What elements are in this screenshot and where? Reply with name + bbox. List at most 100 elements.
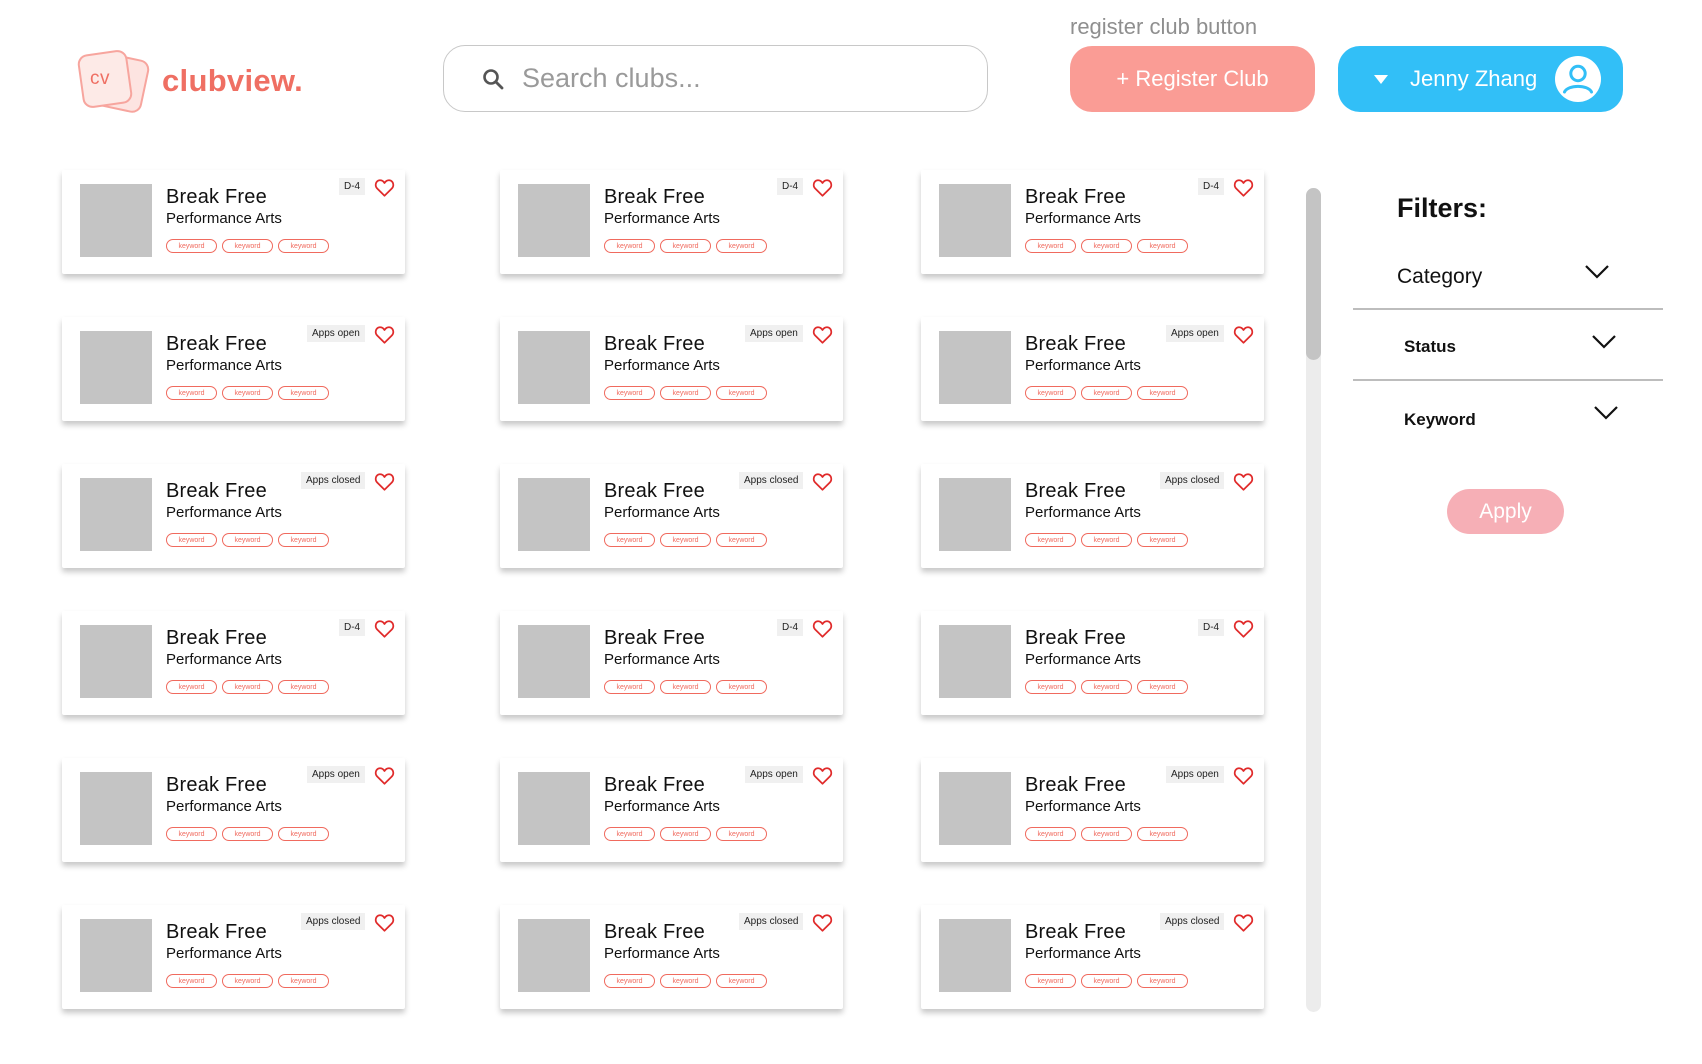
keyword-tag[interactable]: keyword	[222, 827, 273, 841]
club-card[interactable]: Break Free Performance Arts D-4 keyword k…	[62, 170, 405, 274]
keyword-tag[interactable]: keyword	[1137, 533, 1188, 547]
chevron-down-icon[interactable]	[1585, 265, 1609, 279]
keyword-tag[interactable]: keyword	[716, 680, 767, 694]
keyword-tag[interactable]: keyword	[166, 680, 217, 694]
keyword-tag[interactable]: keyword	[716, 827, 767, 841]
keyword-tag[interactable]: keyword	[222, 533, 273, 547]
keyword-tag[interactable]: keyword	[660, 239, 711, 253]
keyword-tag[interactable]: keyword	[166, 974, 217, 988]
heart-icon[interactable]	[1233, 325, 1254, 344]
register-club-button[interactable]: + Register Club	[1070, 46, 1315, 112]
heart-icon[interactable]	[812, 472, 833, 491]
keyword-tag[interactable]: keyword	[278, 680, 329, 694]
keyword-tag[interactable]: keyword	[1137, 680, 1188, 694]
keyword-tag[interactable]: keyword	[1137, 239, 1188, 253]
logo[interactable]: cv clubview.	[76, 48, 303, 115]
club-card[interactable]: Break Free Performance Arts D-4 keyword k…	[921, 170, 1264, 274]
keyword-tag[interactable]: keyword	[1137, 386, 1188, 400]
keyword-tag[interactable]: keyword	[1081, 827, 1132, 841]
keyword-tag[interactable]: keyword	[1025, 974, 1076, 988]
heart-icon[interactable]	[374, 766, 395, 785]
keyword-tag[interactable]: keyword	[1025, 386, 1076, 400]
club-card[interactable]: Break Free Performance Arts D-4 keyword k…	[500, 611, 843, 715]
heart-icon[interactable]	[812, 178, 833, 197]
keyword-tag[interactable]: keyword	[604, 239, 655, 253]
keyword-tag[interactable]: keyword	[716, 533, 767, 547]
club-card[interactable]: Break Free Performance Arts Apps closed …	[921, 905, 1264, 1009]
keyword-tag[interactable]: keyword	[222, 974, 273, 988]
search-bar[interactable]	[443, 45, 988, 112]
keyword-tag[interactable]: keyword	[278, 386, 329, 400]
keyword-tag[interactable]: keyword	[1081, 680, 1132, 694]
keyword-tag[interactable]: keyword	[660, 533, 711, 547]
chevron-down-icon[interactable]	[1594, 406, 1618, 420]
chevron-down-icon[interactable]	[1592, 335, 1616, 349]
keyword-tag[interactable]: keyword	[1137, 827, 1188, 841]
heart-icon[interactable]	[374, 913, 395, 932]
keyword-tag[interactable]: keyword	[222, 239, 273, 253]
keyword-tag[interactable]: keyword	[716, 386, 767, 400]
club-card[interactable]: Break Free Performance Arts D-4 keyword k…	[921, 611, 1264, 715]
keyword-tag[interactable]: keyword	[604, 386, 655, 400]
keyword-tag[interactable]: keyword	[604, 680, 655, 694]
heart-icon[interactable]	[374, 325, 395, 344]
heart-icon[interactable]	[812, 766, 833, 785]
keyword-tag[interactable]: keyword	[166, 533, 217, 547]
scrollbar-track[interactable]	[1306, 188, 1321, 1012]
keyword-tag[interactable]: keyword	[660, 974, 711, 988]
heart-icon[interactable]	[374, 178, 395, 197]
keyword-tag[interactable]: keyword	[278, 239, 329, 253]
club-card[interactable]: Break Free Performance Arts D-4 keyword k…	[500, 170, 843, 274]
search-input[interactable]	[522, 63, 942, 94]
heart-icon[interactable]	[374, 619, 395, 638]
club-card[interactable]: Break Free Performance Arts Apps open ke…	[62, 758, 405, 862]
user-menu-button[interactable]: Jenny Zhang	[1338, 46, 1623, 112]
keyword-tag[interactable]: keyword	[716, 974, 767, 988]
club-card[interactable]: Break Free Performance Arts Apps closed …	[62, 905, 405, 1009]
heart-icon[interactable]	[1233, 178, 1254, 197]
keyword-tag[interactable]: keyword	[166, 827, 217, 841]
keyword-tag[interactable]: keyword	[1025, 827, 1076, 841]
club-card[interactable]: Break Free Performance Arts Apps closed …	[921, 464, 1264, 568]
keyword-tag[interactable]: keyword	[1081, 974, 1132, 988]
keyword-tag[interactable]: keyword	[1025, 680, 1076, 694]
apply-button[interactable]: Apply	[1447, 489, 1564, 534]
keyword-tag[interactable]: keyword	[1081, 533, 1132, 547]
club-card[interactable]: Break Free Performance Arts Apps open ke…	[921, 758, 1264, 862]
keyword-tag[interactable]: keyword	[1081, 239, 1132, 253]
keyword-tag[interactable]: keyword	[166, 239, 217, 253]
scrollbar-thumb[interactable]	[1306, 188, 1321, 360]
keyword-tag[interactable]: keyword	[660, 680, 711, 694]
keyword-tag[interactable]: keyword	[222, 680, 273, 694]
heart-icon[interactable]	[1233, 619, 1254, 638]
heart-icon[interactable]	[374, 472, 395, 491]
filter-category[interactable]: Category	[1353, 245, 1663, 315]
keyword-tag[interactable]: keyword	[604, 974, 655, 988]
club-card[interactable]: Break Free Performance Arts Apps open ke…	[500, 758, 843, 862]
keyword-tag[interactable]: keyword	[716, 239, 767, 253]
keyword-tag[interactable]: keyword	[278, 533, 329, 547]
heart-icon[interactable]	[812, 619, 833, 638]
club-card[interactable]: Break Free Performance Arts Apps closed …	[500, 905, 843, 1009]
keyword-tag[interactable]: keyword	[1081, 386, 1132, 400]
keyword-tag[interactable]: keyword	[166, 386, 217, 400]
club-card[interactable]: Break Free Performance Arts Apps closed …	[500, 464, 843, 568]
club-card[interactable]: Break Free Performance Arts Apps open ke…	[921, 317, 1264, 421]
keyword-tag[interactable]: keyword	[1137, 974, 1188, 988]
heart-icon[interactable]	[812, 913, 833, 932]
keyword-tag[interactable]: keyword	[278, 974, 329, 988]
filter-keyword[interactable]: Keyword	[1353, 388, 1663, 458]
keyword-tag[interactable]: keyword	[660, 827, 711, 841]
club-card[interactable]: Break Free Performance Arts D-4 keyword k…	[62, 611, 405, 715]
heart-icon[interactable]	[1233, 472, 1254, 491]
keyword-tag[interactable]: keyword	[604, 533, 655, 547]
club-card[interactable]: Break Free Performance Arts Apps open ke…	[500, 317, 843, 421]
keyword-tag[interactable]: keyword	[278, 827, 329, 841]
heart-icon[interactable]	[1233, 913, 1254, 932]
keyword-tag[interactable]: keyword	[1025, 533, 1076, 547]
keyword-tag[interactable]: keyword	[604, 827, 655, 841]
heart-icon[interactable]	[1233, 766, 1254, 785]
club-card[interactable]: Break Free Performance Arts Apps open ke…	[62, 317, 405, 421]
club-card[interactable]: Break Free Performance Arts Apps closed …	[62, 464, 405, 568]
keyword-tag[interactable]: keyword	[660, 386, 711, 400]
